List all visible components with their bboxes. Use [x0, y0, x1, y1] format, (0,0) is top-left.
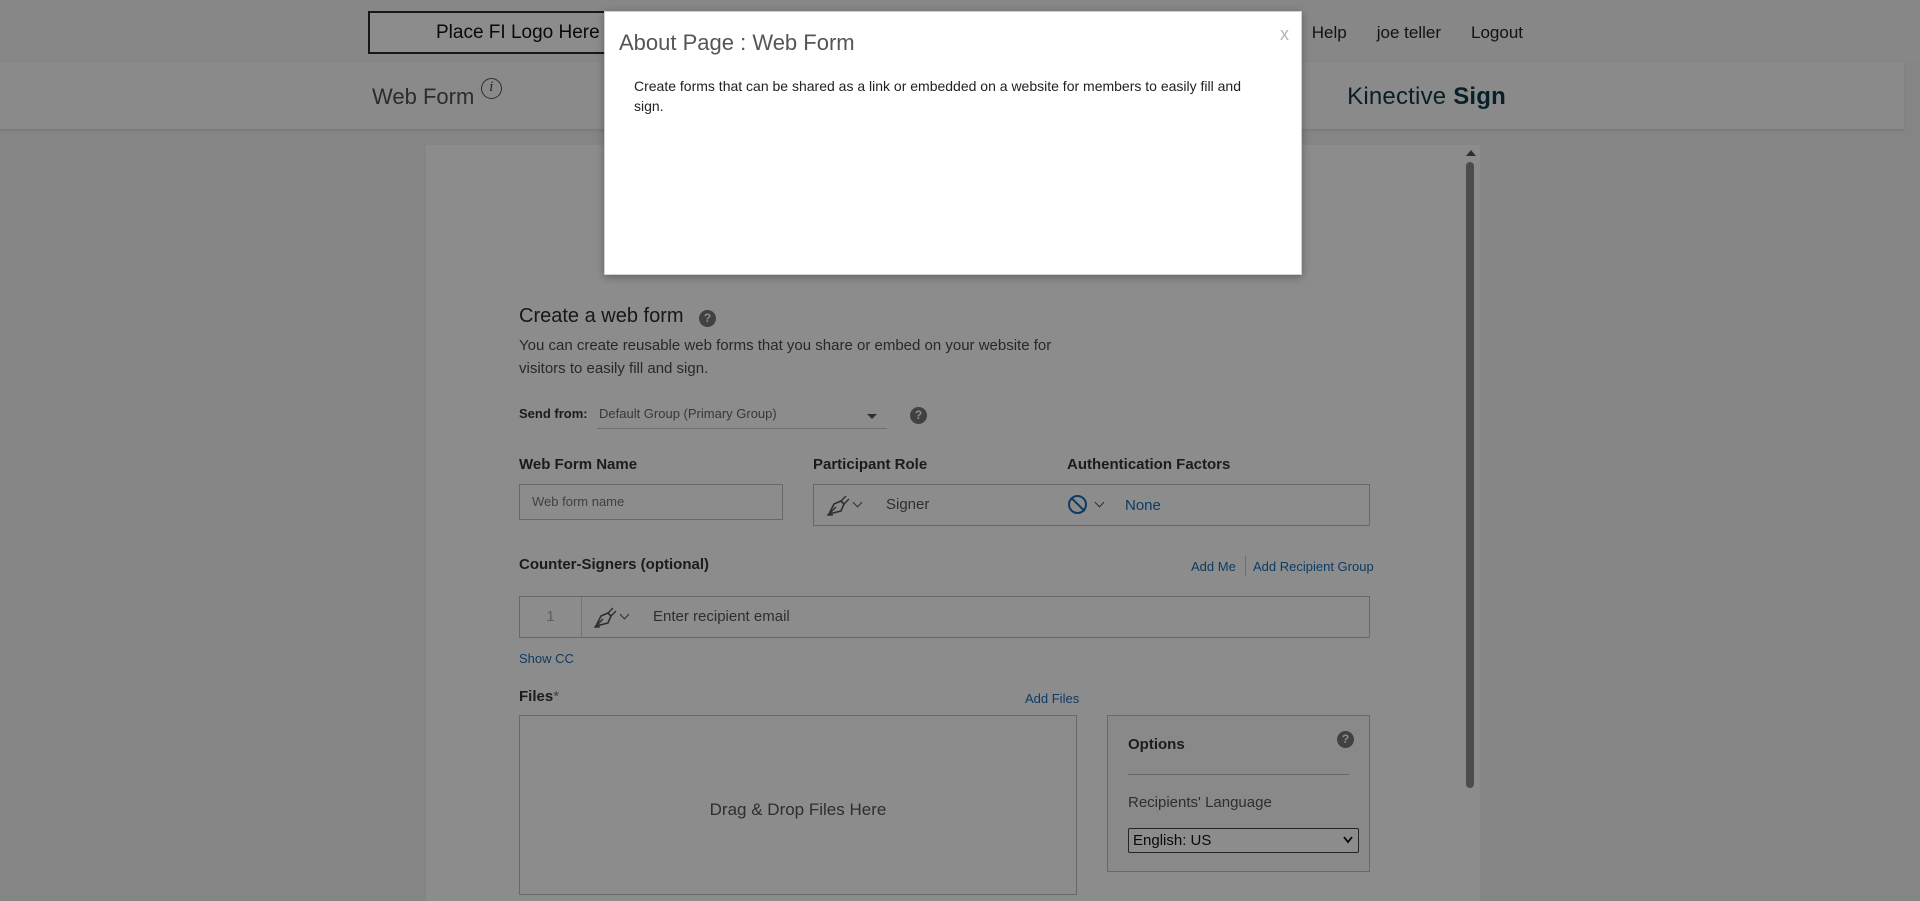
about-page-modal: About Page : Web Form x Create forms tha… [604, 11, 1302, 275]
modal-title: About Page : Web Form [619, 30, 855, 55]
close-icon[interactable]: x [1280, 24, 1289, 45]
modal-body-text: Create forms that can be shared as a lin… [634, 78, 1241, 114]
